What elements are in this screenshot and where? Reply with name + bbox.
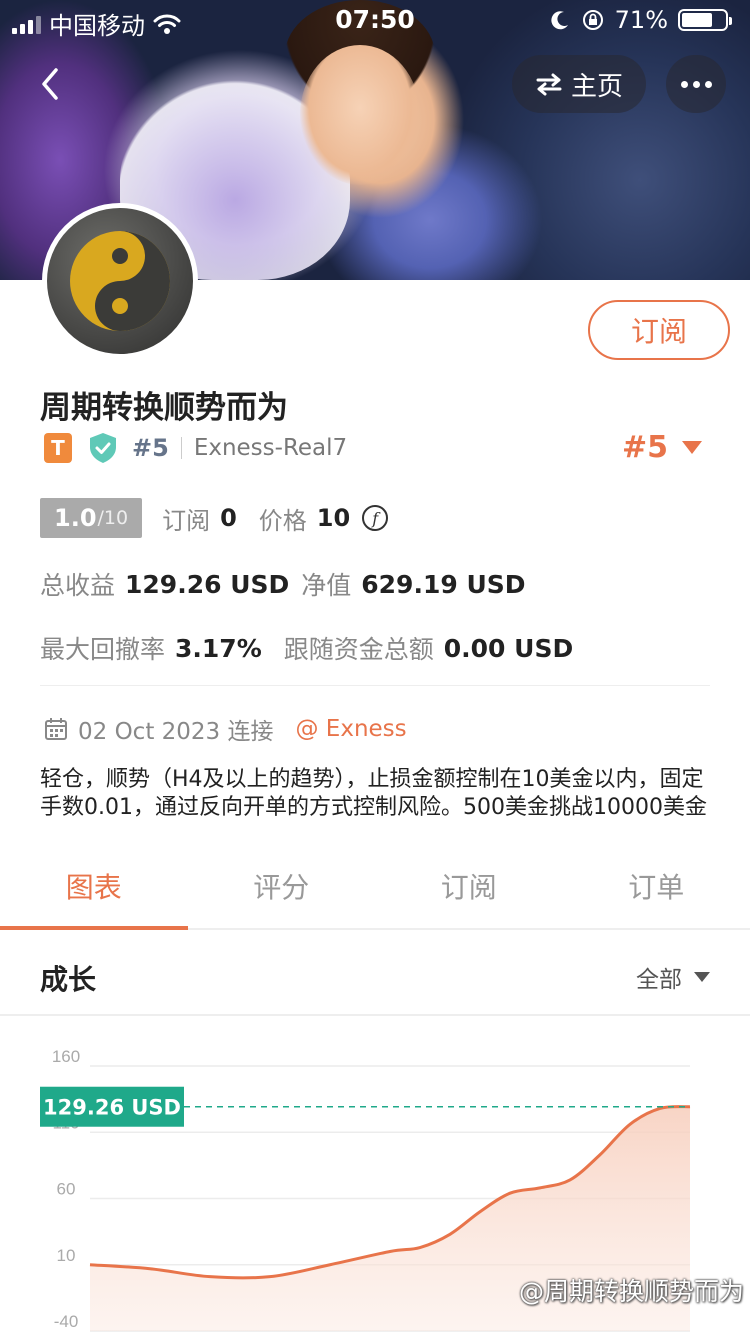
cover-face [300,45,420,185]
subscribe-button[interactable]: 订阅 [588,300,730,360]
avatar[interactable] [42,203,198,359]
total-profit-label: 总收益 [40,571,116,600]
y-tick-label: -40 [54,1312,79,1331]
battery-icon [678,9,732,31]
trader-badge: T [44,433,72,463]
swap-icon [536,73,562,96]
coin-icon: f [362,505,389,531]
connection-info: 02 Oct 2023 连接 @ Exness [44,712,407,746]
rotation-lock-icon [582,10,603,30]
battery-percent: 71% [614,6,668,34]
status-right: 71% [549,6,732,34]
caret-down-icon [682,441,702,454]
growth-section-header: 成长 全部 [0,932,750,1016]
equity-value: 629.19 USD [361,569,526,599]
rank-value: #5 [621,430,668,465]
verified-shield-icon [90,433,116,463]
yin-yang-icon [70,231,170,331]
follow-total-value: 0.00 USD [443,633,574,663]
total-profit-value: 129.26 USD [125,569,290,599]
score-max: /10 [97,507,129,529]
score-row: 1.0/10 订阅 0 价格 10 f [40,498,389,538]
page-title: 周期转换顺势而为 [40,390,288,426]
y-tick-label: 160 [52,1047,80,1066]
chevron-left-icon [42,68,58,100]
y-tick-label: 60 [57,1180,76,1199]
more-dot-icon [680,80,688,88]
home-label: 主页 [570,71,623,102]
subscribe-count: 0 [220,504,237,532]
home-button[interactable]: 主页 [512,55,646,113]
profit-row: 总收益 129.26 USD 净值 629.19 USD [40,566,538,602]
drawdown-row: 最大回撤率 3.17% 跟随资金总额 0.00 USD [40,630,585,666]
calendar-icon [45,718,67,740]
price-value: 10 [316,504,351,532]
rank-dropdown[interactable]: #5 [622,430,702,465]
rank-badge: #5 [132,434,169,462]
range-value: 全部 [636,967,682,993]
tab-subscribe[interactable]: 订阅 [375,862,563,928]
range-select[interactable]: 全部 [636,960,710,994]
y-tick-label: 10 [57,1246,76,1265]
equity-label: 净值 [301,571,352,600]
broker-link[interactable]: @ Exness [296,716,407,742]
max-drawdown-value: 3.17% [175,633,262,663]
more-button[interactable] [666,55,726,113]
strategy-description: 轻仓，顺势（H4及以上的趋势），止损金额控制在10美金以内，固定手数0.01，通… [40,767,707,820]
back-button[interactable] [30,62,74,106]
status-bar: 中国移动 07:50 71% [0,0,750,40]
tab-chart[interactable]: 图表 [0,862,188,930]
subscribe-count-label: 订阅 [162,506,211,535]
max-drawdown-label: 最大回撤率 [40,635,166,664]
watermark: @周期转换顺势而为 [518,1277,744,1306]
follow-total-label: 跟随资金总额 [283,635,434,664]
account-meta: T #5 Exness-Real7 [44,432,347,464]
divider [40,685,710,686]
score-value: 1.0 [54,504,97,532]
current-value-label: 129.26 USD [43,1096,181,1120]
tab-orders[interactable]: 订单 [563,862,750,928]
account-name: Exness-Real7 [193,435,348,461]
tab-rating[interactable]: 评分 [188,862,376,928]
section-title: 成长 [40,963,97,996]
moon-icon [551,11,568,30]
tab-bar: 图表 评分 订阅 订单 [0,862,750,930]
divider [180,437,182,459]
score-badge: 1.0/10 [40,498,143,538]
price-label: 价格 [258,506,307,535]
caret-down-icon [694,972,710,982]
connection-date: 02 Oct 2023 连接 [78,719,274,745]
